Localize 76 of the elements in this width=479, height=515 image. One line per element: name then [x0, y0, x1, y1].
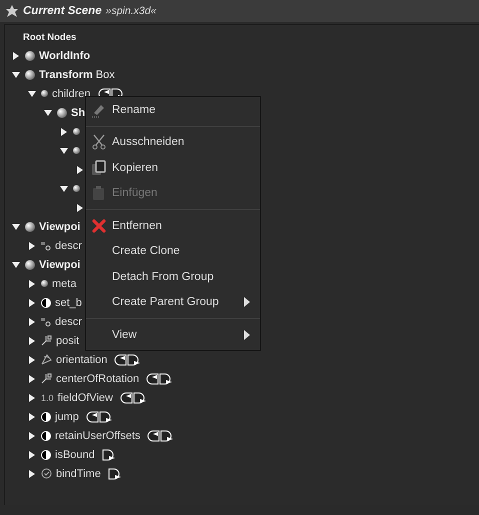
scene-file-name: »spin.x3d« [106, 5, 156, 17]
expanded-arrow-icon[interactable] [27, 88, 37, 98]
collapsed-arrow-icon[interactable] [27, 278, 37, 288]
menu-item[interactable]: View [86, 322, 260, 348]
menu-item[interactable]: Kopieren [86, 155, 260, 180]
expanded-arrow-icon[interactable] [11, 70, 21, 80]
collapsed-arrow-icon[interactable] [11, 50, 21, 60]
menu-item[interactable]: Create Parent Group [86, 290, 260, 315]
axis-icon [41, 335, 52, 346]
field-name[interactable]: children [52, 88, 91, 100]
float-type-label: 1.0 [41, 392, 54, 402]
field-name[interactable]: set_b [55, 296, 82, 308]
delete-icon [92, 218, 106, 233]
collapsed-arrow-icon[interactable] [27, 374, 37, 384]
half-circle-icon [41, 298, 51, 308]
tree-heading: Root Nodes [22, 31, 78, 45]
field-name[interactable]: fieldOfView [58, 392, 113, 404]
menu-item[interactable]: Ausschneiden [86, 130, 260, 155]
sphere-icon [73, 128, 80, 135]
quote-icon [41, 240, 51, 250]
collapsed-arrow-icon[interactable] [27, 412, 37, 422]
collapsed-arrow-icon[interactable] [27, 336, 37, 346]
node-name[interactable]: WorldInfo [39, 50, 90, 62]
rotation-icon [41, 354, 52, 365]
field-name[interactable]: centerOfRotation [56, 372, 140, 384]
node-name[interactable]: Viewpoi [39, 258, 80, 270]
scissors-icon [91, 134, 107, 150]
menu-item[interactable]: Detach From Group [86, 264, 260, 290]
collapsed-arrow-icon[interactable] [27, 316, 37, 326]
field-name[interactable]: meta [52, 278, 76, 290]
quote-icon [41, 316, 51, 326]
field-name[interactable]: descr [55, 240, 82, 252]
half-circle-icon [41, 430, 51, 440]
half-circle-icon [41, 412, 51, 422]
field-name[interactable]: jump [55, 410, 79, 422]
collapsed-arrow-icon[interactable] [27, 392, 37, 402]
expanded-arrow-icon[interactable] [43, 108, 53, 118]
field-name[interactable]: retainUserOffsets [55, 430, 140, 442]
expanded-arrow-icon[interactable] [59, 184, 69, 194]
collapsed-arrow-icon[interactable] [27, 430, 37, 440]
collapsed-arrow-icon[interactable] [27, 354, 37, 364]
sphere-icon [41, 280, 48, 287]
sphere-icon [41, 90, 48, 97]
copy-icon [91, 160, 107, 176]
clipboard-icon [91, 185, 107, 202]
half-circle-icon [41, 450, 51, 460]
collapsed-arrow-icon[interactable] [27, 450, 37, 460]
menu-item[interactable]: Entfernen [86, 213, 260, 238]
field-name[interactable]: bindTime [56, 468, 101, 480]
collapsed-arrow-icon[interactable] [27, 298, 37, 308]
field-name[interactable]: posit [56, 334, 80, 346]
axis-icon [41, 373, 52, 384]
collapsed-arrow-icon[interactable] [27, 240, 37, 250]
field-name[interactable]: orientation [56, 354, 108, 366]
expanded-arrow-icon[interactable] [11, 222, 21, 232]
collapsed-arrow-icon[interactable] [27, 468, 37, 478]
expanded-arrow-icon[interactable] [11, 260, 21, 270]
node-name[interactable]: Sh [71, 106, 86, 118]
field-name[interactable]: isBound [55, 448, 95, 460]
scene-title: Current Scene [23, 5, 102, 17]
node-name[interactable]: Transform Box [39, 68, 115, 80]
menu-item[interactable]: Rename [86, 97, 260, 122]
sphere-icon [25, 260, 35, 270]
sphere-icon [73, 185, 80, 192]
sphere-icon [57, 108, 67, 118]
menu-item[interactable]: Create Clone [86, 238, 260, 264]
collapsed-arrow-icon[interactable] [75, 164, 85, 174]
expanded-arrow-icon[interactable] [59, 146, 69, 156]
sphere-icon [25, 222, 35, 232]
clock-icon [41, 468, 52, 479]
node-name[interactable]: Viewpoi [39, 220, 80, 232]
collapsed-arrow-icon[interactable] [75, 202, 85, 212]
scene-logo-icon [5, 4, 19, 18]
field-name[interactable]: descr [55, 316, 82, 328]
sphere-icon [73, 147, 80, 154]
collapsed-arrow-icon[interactable] [59, 126, 69, 136]
